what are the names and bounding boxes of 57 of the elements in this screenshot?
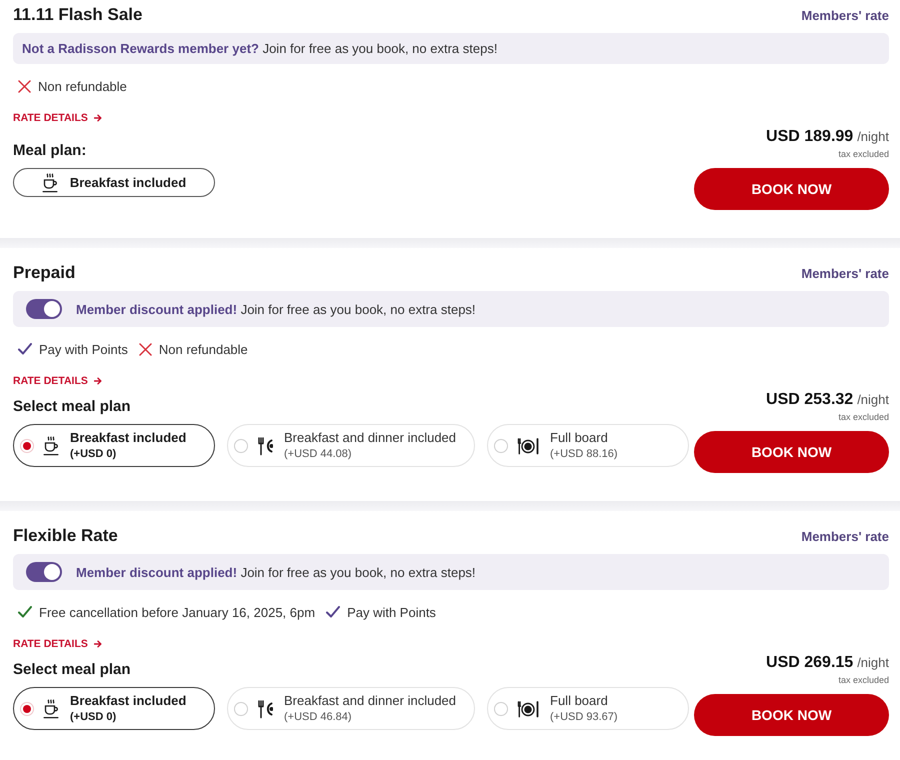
feature-text: Free cancellation before January 16, 2025, 6pm: [39, 604, 316, 620]
arrow-right-icon: [94, 114, 102, 122]
price-amount: USD 269.15: [766, 654, 854, 672]
tax-note: tax excluded: [838, 411, 889, 423]
feature-text: Pay with Points: [39, 342, 128, 356]
price-amount: USD 253.32: [766, 391, 854, 409]
banner-text: Member discount applied! Join for free as you book, no extra steps!: [76, 564, 476, 580]
toggle-switch[interactable]: [26, 299, 62, 319]
radio-button[interactable]: [20, 438, 34, 452]
plate-cutlery-icon: [517, 436, 540, 456]
radio-button[interactable]: [234, 438, 248, 452]
coffee-cup-icon: [43, 436, 59, 456]
feature-text: Pay with Points: [347, 604, 436, 620]
feature-text: Non refundable: [158, 342, 248, 356]
coffee-cup-icon: [43, 698, 59, 718]
toggle-switch[interactable]: [26, 562, 62, 582]
plate-cutlery-icon: [517, 698, 540, 718]
book-now-button[interactable]: BOOK NOW: [694, 168, 889, 210]
radio-button[interactable]: [494, 438, 508, 452]
arrow-right-icon: [94, 640, 102, 648]
tax-note: tax excluded: [838, 674, 889, 686]
meal-plan-name: Breakfast included: [70, 175, 186, 190]
rate-details-link[interactable]: RATE DETAILS: [13, 111, 102, 125]
meal-option[interactable]: Full board (+USD 93.67): [487, 687, 690, 730]
meal-option[interactable]: Breakfast and dinner included (+USD 44.08): [227, 424, 476, 467]
meal-plan-heading: Select meal plan: [13, 660, 131, 680]
meal-option[interactable]: Breakfast included (+USD 0): [13, 687, 215, 730]
rate-title: Prepaid: [13, 263, 76, 283]
members-rate-label: Members' rate: [801, 528, 889, 544]
book-now-button[interactable]: BOOK NOW: [694, 694, 889, 736]
per-night-label: /night: [857, 655, 889, 670]
banner-text: Not a Radisson Rewards member yet? Join for free as you book, no extra steps!: [22, 41, 498, 56]
book-now-button[interactable]: BOOK NOW: [694, 431, 889, 473]
members-rate-label: Members' rate: [801, 8, 889, 22]
banner-text: Member discount applied! Join for free as you book, no extra steps!: [76, 302, 476, 316]
price-amount: USD 189.99: [766, 128, 854, 146]
arrow-right-icon: [94, 377, 102, 385]
rate-details-link[interactable]: RATE DETAILS: [13, 637, 102, 651]
meal-option[interactable]: Breakfast included (+USD 0): [13, 424, 215, 467]
meal-plan-heading: Select meal plan: [13, 397, 131, 417]
rate-title: 11.11 Flash Sale: [13, 5, 142, 25]
fork-plate-icon: [257, 698, 273, 718]
radio-button[interactable]: [494, 702, 508, 716]
radio-button[interactable]: [234, 702, 248, 716]
rate-details-link[interactable]: RATE DETAILS: [13, 374, 102, 388]
feature-text: Non refundable: [38, 78, 127, 94]
radio-button[interactable]: [20, 702, 34, 716]
rate-title: Flexible Rate: [13, 526, 118, 546]
per-night-label: /night: [857, 392, 889, 407]
members-rate-label: Members' rate: [801, 266, 889, 280]
meal-option[interactable]: Full board (+USD 88.16): [487, 424, 690, 467]
meal-plan-heading: Meal plan:: [13, 141, 86, 161]
meal-option[interactable]: Breakfast and dinner included (+USD 46.84): [227, 687, 476, 730]
per-night-label: /night: [857, 129, 889, 144]
fork-plate-icon: [257, 436, 273, 456]
coffee-cup-icon: [42, 172, 58, 192]
tax-note: tax excluded: [838, 148, 889, 160]
